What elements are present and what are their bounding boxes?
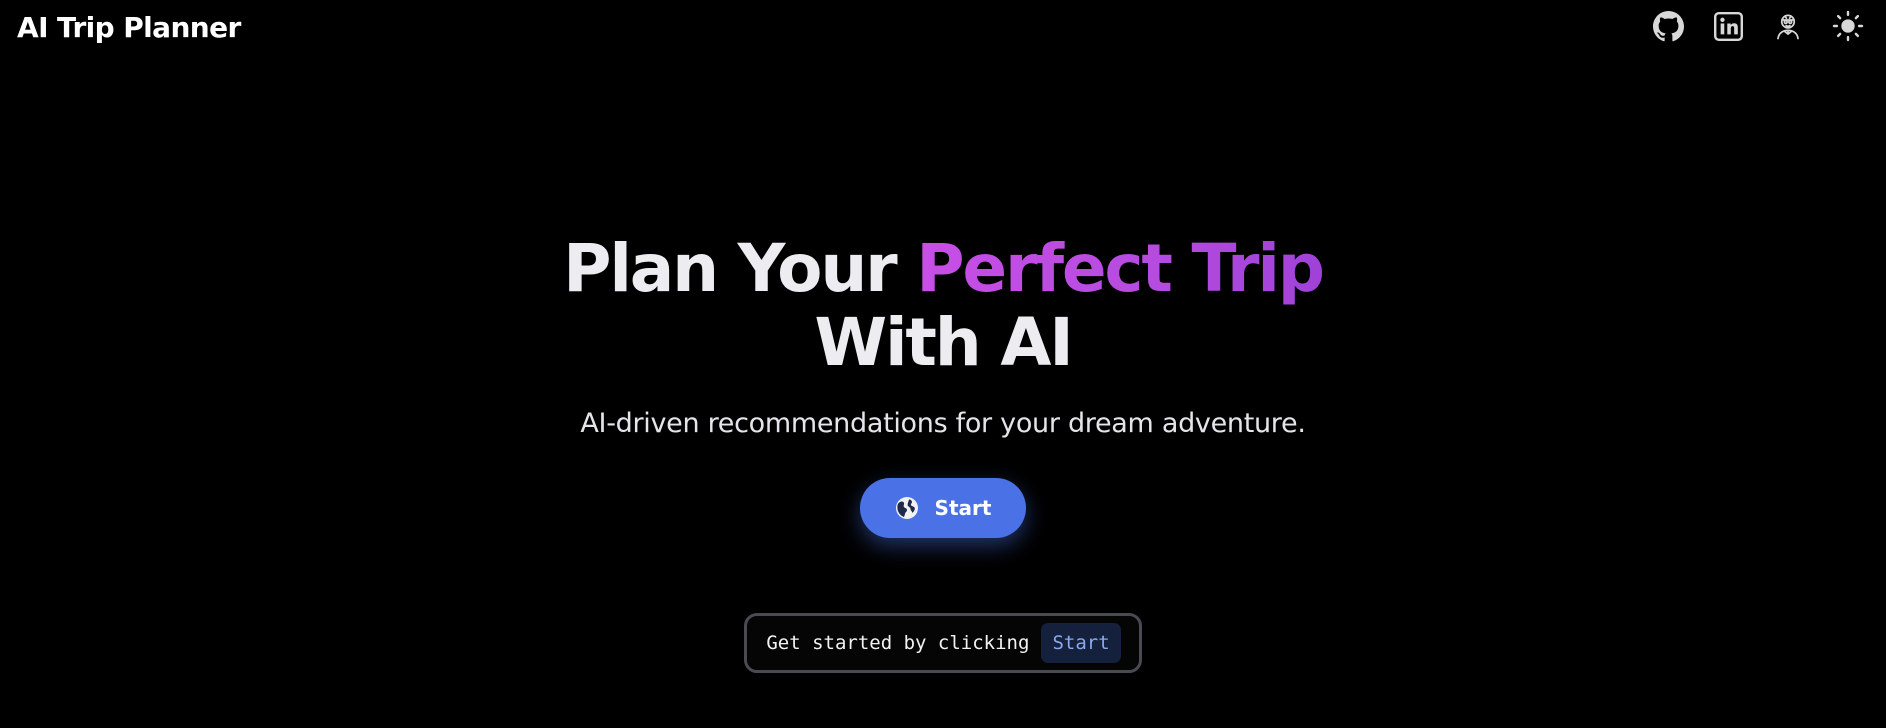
github-icon[interactable] bbox=[1652, 10, 1684, 42]
start-button-wrapper: Start bbox=[0, 478, 1886, 538]
hero-section: Plan Your Perfect Trip With AI AI-driven… bbox=[0, 232, 1886, 538]
header-icon-group bbox=[1652, 10, 1864, 42]
start-button-label: Start bbox=[934, 496, 992, 520]
linkedin-icon[interactable] bbox=[1712, 10, 1744, 42]
globe-icon bbox=[895, 496, 919, 520]
headline-accent: Perfect Trip bbox=[916, 230, 1325, 307]
start-button[interactable]: Start bbox=[860, 478, 1026, 538]
sun-icon[interactable] bbox=[1832, 10, 1864, 42]
app-page: AI Trip Planner Plan Your Perfect Trip W… bbox=[0, 0, 1886, 728]
headline-part1: Plan Your bbox=[563, 230, 917, 307]
get-started-hint: Get started by clicking Start bbox=[744, 613, 1142, 673]
hint-text: Get started by clicking bbox=[766, 632, 1030, 654]
hero-subtitle: AI-driven recommendations for your dream… bbox=[580, 408, 1306, 439]
top-navbar: AI Trip Planner bbox=[0, 0, 1886, 58]
profile-icon[interactable] bbox=[1772, 10, 1804, 42]
hero-headline: Plan Your Perfect Trip With AI bbox=[0, 232, 1886, 380]
app-title[interactable]: AI Trip Planner bbox=[17, 8, 241, 48]
headline-part2: With AI bbox=[814, 304, 1073, 381]
hint-wrapper: Get started by clicking Start bbox=[0, 613, 1886, 673]
hint-code-start: Start bbox=[1041, 623, 1121, 663]
